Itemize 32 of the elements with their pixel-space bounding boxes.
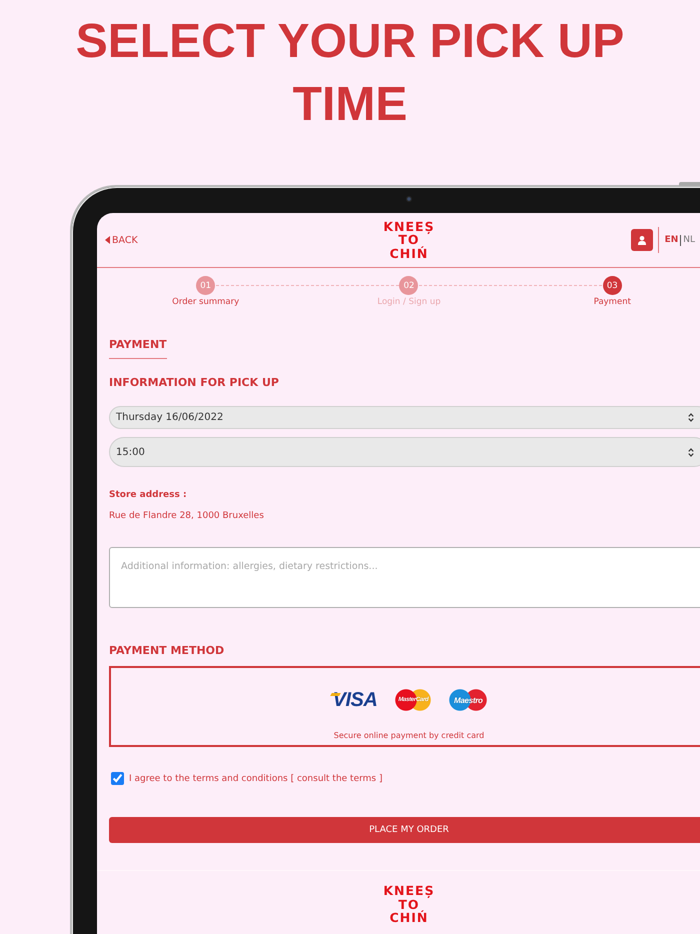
consult-terms-link[interactable]: [ consult the terms ] [290,774,382,784]
camera-lens-icon [406,196,412,202]
tablet-rim-bump-drawing [679,182,700,186]
date-select[interactable]: Thursday 16/06/2022 [109,406,700,429]
visa-logo: VISA [330,689,378,711]
language-option[interactable]: NL [683,234,697,246]
notes-field[interactable]: Additional information: allergies, dietary restrictions... [109,547,700,608]
caret-icon [105,236,110,244]
step-number: 03 [602,276,622,295]
page-headline: SELECT YOUR PICK UP TIME [74,14,626,133]
language-option[interactable]: EN [664,234,682,246]
chevron-up-down-icon [688,413,694,422]
account-button[interactable] [630,229,653,251]
step-label[interactable]: Order summary [172,296,240,308]
back-button[interactable]: BACK [105,234,138,246]
pickup-title: INFORMATION FOR PICK UP [109,376,280,390]
terms-checkbox[interactable] [111,772,124,785]
payment-method-title: PAYMENT METHOD [109,644,226,658]
step-number: 02 [399,276,418,295]
brand-logo: KNEEȘ TO CHIŃ [383,884,435,924]
step-label[interactable]: Payment [594,296,631,308]
user-icon [638,236,646,244]
place-order-button[interactable]: PLACE MY ORDER [109,817,700,843]
step-number: 01 [196,276,216,295]
chevron-up-down-icon [688,448,694,456]
store-address-label: Store address : [109,489,188,501]
time-select[interactable]: 15:00 [109,437,700,467]
brand-logo: KNEEȘ TO CHIŃ [383,220,435,260]
payment-caption: Secure online payment by credit card [334,730,484,742]
terms-label: I agree to the terms and conditions [ consult the terms ] [129,772,382,784]
store-address: Rue de Flandre 28, 1000 Bruxelles [109,510,265,522]
section-title: PAYMENT [109,338,167,359]
